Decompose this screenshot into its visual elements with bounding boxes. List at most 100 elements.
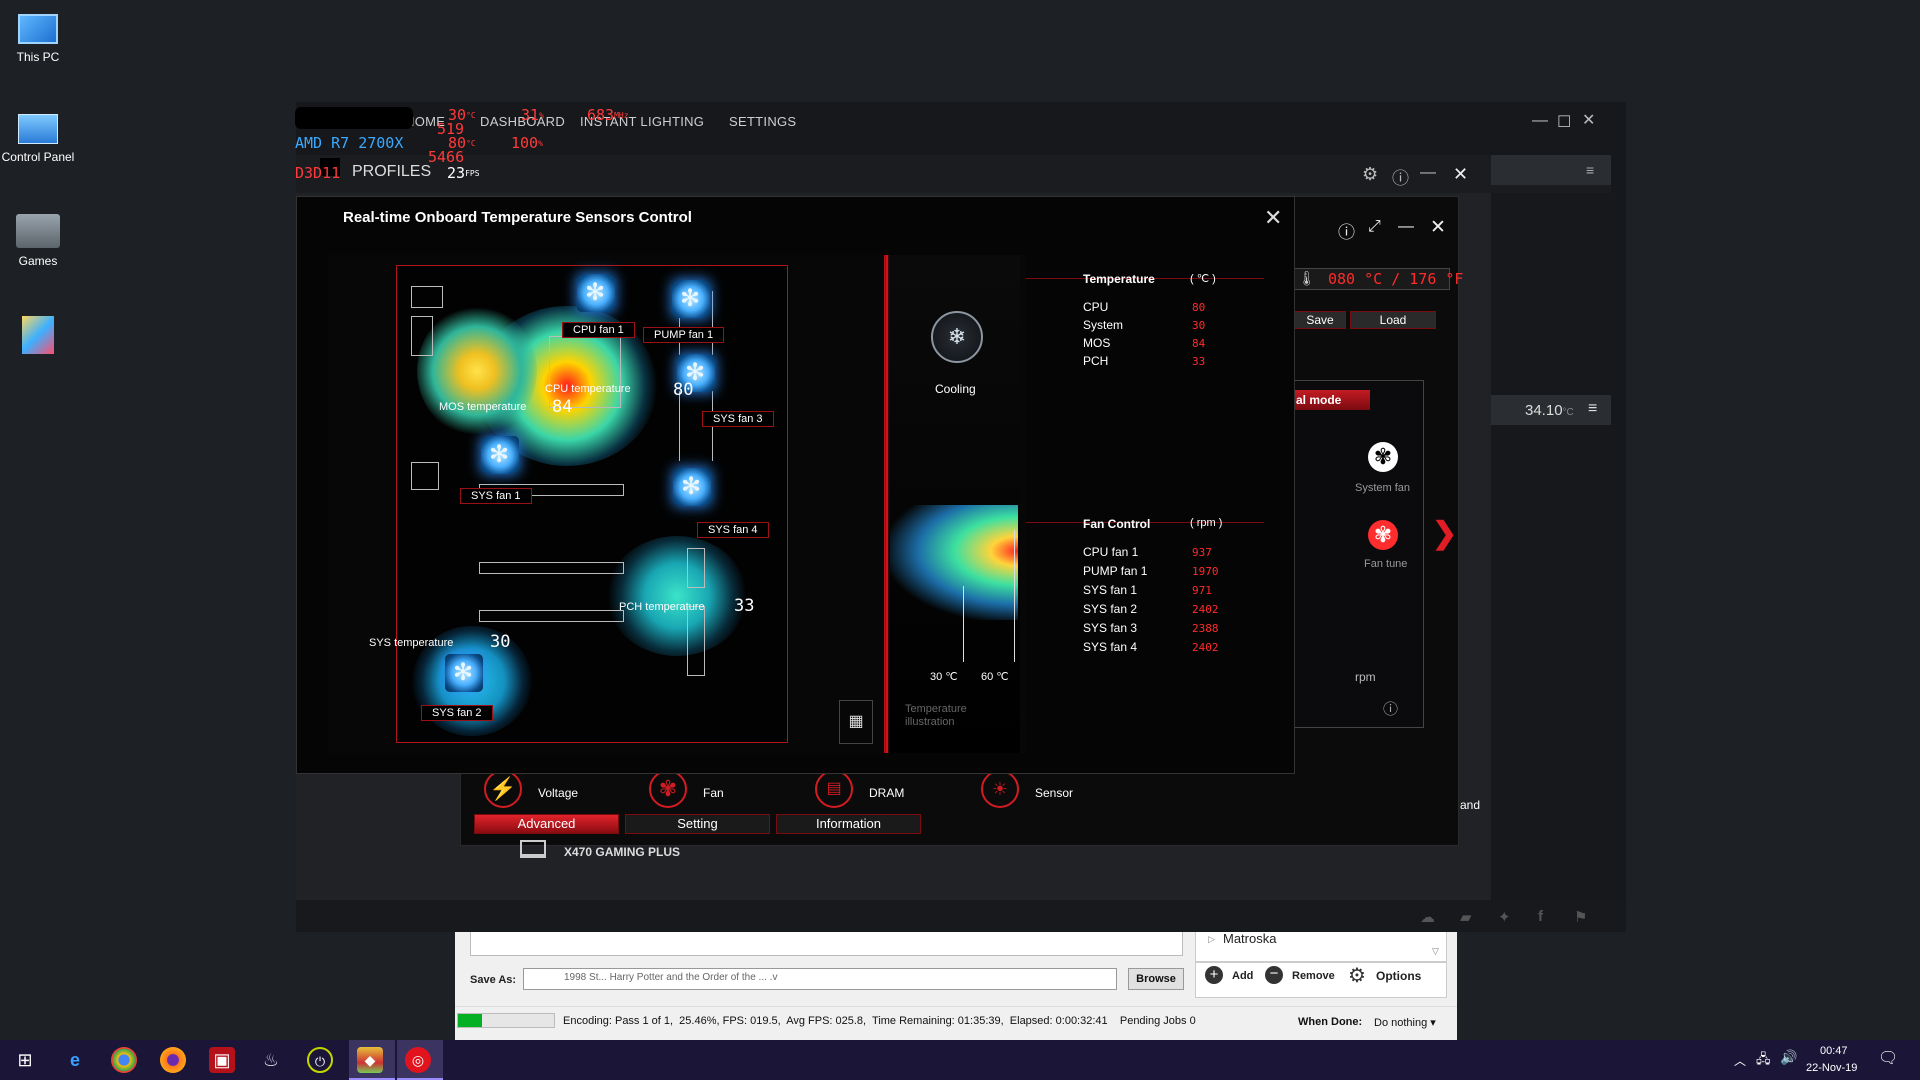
handbrake-icon[interactable]: ◆: [357, 1047, 383, 1073]
system-fan-icon[interactable]: ✾: [1368, 442, 1398, 472]
pcie-slot: [479, 562, 624, 574]
thermometer-icon: 🌡: [1298, 270, 1316, 286]
cloud-icon[interactable]: ☁: [1420, 908, 1435, 926]
desktop-icon-label: Games: [18, 254, 58, 268]
gear-icon[interactable]: ⚙: [1362, 164, 1378, 185]
info-icon[interactable]: ⓘ: [1338, 218, 1355, 243]
clock-date[interactable]: 22-Nov-19: [1806, 1062, 1857, 1074]
motherboard-map: CPU fan 1 PUMP fan 1 SYS fan 3 SYS fan 1…: [396, 265, 788, 743]
remove-icon[interactable]: −: [1265, 966, 1283, 984]
info-panel: [1026, 255, 1264, 753]
expand-icon[interactable]: ⤢: [1368, 218, 1381, 236]
msi-app-icon[interactable]: ▣: [209, 1047, 235, 1073]
pump-fan-1-label: PUMP fan 1: [643, 327, 725, 343]
facebook-icon[interactable]: f: [1538, 908, 1543, 925]
sys-fan-2-icon[interactable]: [445, 654, 483, 692]
cpu-temperature-label: CPU temperature: [545, 383, 631, 395]
overlay-cpu-name: AMD R7 2700X: [295, 134, 404, 152]
desktop-icon-games[interactable]: Games: [0, 214, 78, 268]
board-name: X470 GAMING PLUS: [564, 845, 681, 859]
options-button[interactable]: Options: [1376, 969, 1421, 983]
minimize-icon[interactable]: —: [1398, 218, 1414, 236]
profiles-label[interactable]: PROFILES: [352, 163, 431, 181]
information-button[interactable]: Information: [776, 814, 921, 834]
info-icon[interactable]: ⓘ: [1383, 698, 1398, 719]
io-block: [687, 548, 705, 588]
system-fan-label: System fan: [1355, 482, 1411, 494]
corsair-icon[interactable]: ⚑: [1574, 908, 1587, 926]
close-icon[interactable]: ✕: [1264, 205, 1282, 231]
notification-icon[interactable]: 🗨: [1878, 1048, 1898, 1068]
temperature-unit: ( ℃ ): [1190, 273, 1216, 285]
temp-illustration-label-1: Temperature: [905, 703, 967, 715]
load-button[interactable]: Load: [1350, 311, 1436, 329]
close-icon[interactable]: ✕: [1430, 216, 1446, 239]
sys-fan-4-icon[interactable]: [673, 468, 711, 506]
desktop-icon-control-panel[interactable]: Control Panel: [0, 114, 78, 164]
cpu-fan-1-label: CPU fan 1: [562, 322, 635, 338]
dragon-center-icon[interactable]: ⏻: [307, 1047, 333, 1073]
chrome-icon[interactable]: [111, 1047, 137, 1073]
tree-expand-icon[interactable]: ▷: [1208, 934, 1215, 945]
sys-fan-1-icon[interactable]: [481, 436, 519, 474]
minimize-icon[interactable]: —: [1420, 164, 1436, 182]
right-menu-icon[interactable]: ≡: [1588, 400, 1597, 418]
desktop-icon-label: Control Panel: [1, 150, 75, 164]
fan-row-value: 2388: [1192, 622, 1219, 635]
options-gear-icon[interactable]: ⚙: [1348, 963, 1366, 988]
minimize-icon[interactable]: —: [1532, 112, 1548, 130]
fan-row-name: SYS fan 2: [1083, 602, 1138, 616]
overlay-cpu-load: 31%: [521, 106, 544, 124]
close-icon[interactable]: ✕: [1582, 110, 1595, 130]
remove-button[interactable]: Remove: [1292, 970, 1335, 982]
sys-fan-4-label: SYS fan 4: [697, 522, 769, 538]
cpu-fan-1-icon[interactable]: [577, 274, 615, 312]
fan-row-value: 971: [1192, 584, 1212, 597]
temp-row-value: 84: [1192, 337, 1206, 350]
when-done-select[interactable]: Do nothing ▾: [1374, 1016, 1436, 1029]
scroll-down-icon[interactable]: ▽: [1432, 946, 1439, 957]
container-item[interactable]: Matroska: [1223, 931, 1276, 946]
chevron-right-icon[interactable]: ❯: [1432, 516, 1457, 551]
add-icon[interactable]: +: [1205, 966, 1223, 984]
volume-icon[interactable]: 🔊: [1780, 1049, 1797, 1066]
handbrake-text-area[interactable]: [470, 932, 1183, 956]
edge-icon[interactable]: e: [62, 1047, 88, 1073]
clock-time[interactable]: 00:47: [1820, 1045, 1848, 1057]
setting-button[interactable]: Setting: [625, 814, 770, 834]
chat-icon[interactable]: ▰: [1460, 908, 1472, 926]
sensor-label: Sensor: [1035, 786, 1074, 800]
maximize-icon[interactable]: ☐: [1557, 112, 1571, 132]
windows-start-icon[interactable]: ⊞: [12, 1047, 38, 1073]
fan-tune-icon[interactable]: ✾: [1368, 520, 1398, 550]
fan-label: Fan: [703, 786, 724, 800]
sys-fan-1-label: SYS fan 1: [460, 488, 532, 504]
desktop-icon-this-pc[interactable]: This PC: [0, 12, 78, 64]
temp-row-name: CPU: [1083, 300, 1109, 314]
afterburner-icon[interactable]: ◎: [405, 1047, 431, 1073]
toolbar-menu-icon[interactable]: ≡: [1586, 162, 1594, 178]
close-icon[interactable]: ✕: [1453, 164, 1468, 185]
desktop-icon-shortcut[interactable]: [0, 316, 78, 360]
io-block: [687, 606, 705, 676]
save-button[interactable]: Save: [1294, 311, 1346, 329]
cooling-button[interactable]: ❄: [931, 311, 983, 363]
pump-fan-1-icon[interactable]: [672, 280, 710, 318]
tray-chevron-icon[interactable]: ︿: [1734, 1052, 1746, 1069]
firefox-icon[interactable]: [160, 1047, 186, 1073]
steam-icon[interactable]: ♨: [258, 1047, 284, 1073]
network-icon[interactable]: 🖧: [1756, 1050, 1771, 1072]
dram-icon: ▤: [815, 770, 853, 808]
overlay-gpu-load: 100%: [511, 134, 543, 152]
add-button[interactable]: Add: [1232, 970, 1253, 982]
cooling-label: Cooling: [935, 382, 976, 396]
save-as-input[interactable]: 1998 St... Harry Potter and the Order of…: [523, 968, 1117, 990]
nav-settings[interactable]: SETTINGS: [729, 114, 796, 129]
advanced-button[interactable]: Advanced: [474, 814, 619, 834]
voltage-label: Voltage: [538, 786, 579, 800]
browse-button[interactable]: Browse: [1128, 968, 1184, 990]
mode-tab[interactable]: al mode: [1294, 390, 1370, 410]
temp-illustration-icon[interactable]: ▦: [839, 700, 873, 744]
twitter-icon[interactable]: ✦: [1498, 908, 1511, 926]
info-icon[interactable]: ⓘ: [1392, 164, 1409, 189]
